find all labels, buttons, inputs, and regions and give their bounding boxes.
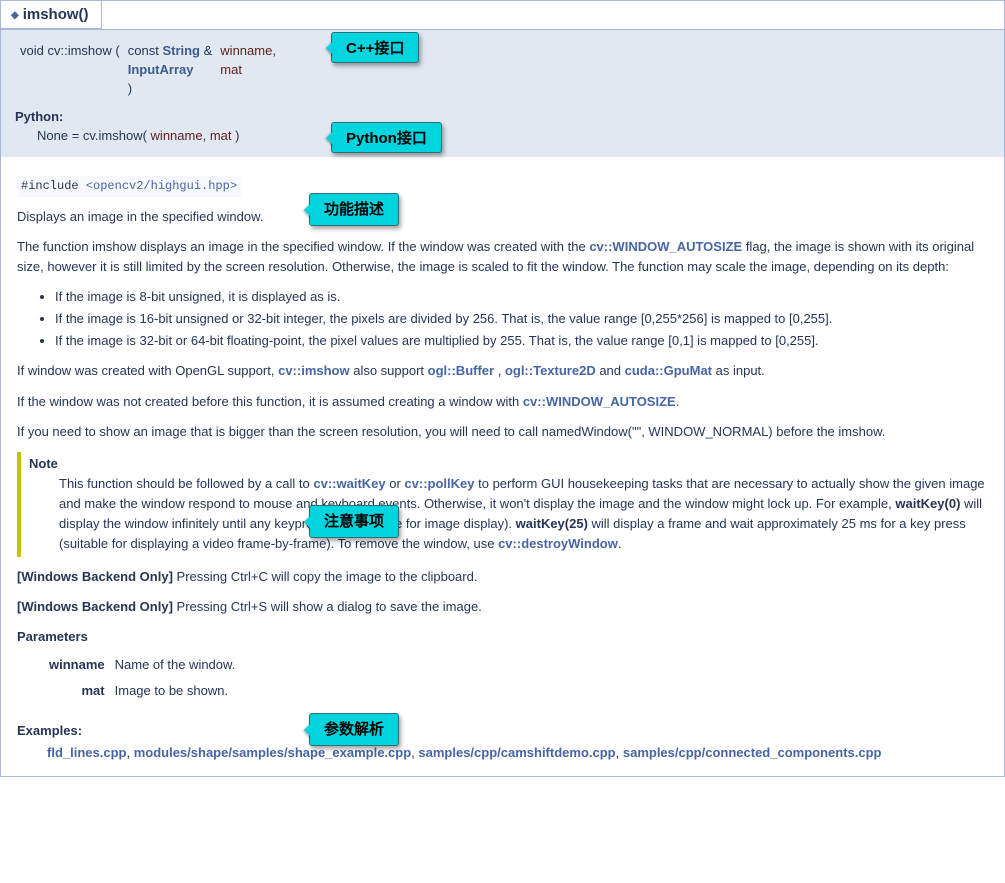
- callout-desc: 功能描述: [309, 193, 399, 226]
- list-item: If the image is 16-bit unsigned or 32-bi…: [55, 309, 988, 329]
- link-window-autosize[interactable]: cv::WINDOW_AUTOSIZE: [589, 239, 742, 254]
- link-cv-imshow[interactable]: cv::imshow: [278, 363, 350, 378]
- function-title-tab: ◆ imshow(): [1, 1, 102, 29]
- callout-note: 注意事项: [309, 505, 399, 538]
- function-name: imshow(): [23, 6, 89, 23]
- python-label: Python:: [15, 109, 990, 124]
- callout-python: Python接口: [331, 122, 442, 153]
- examples-list: fld_lines.cpp, modules/shape/samples/sha…: [47, 743, 988, 763]
- cpp-signature: void cv::imshow ( const String & winname…: [15, 40, 281, 99]
- signature-block: C++接口 Python接口 void cv::imshow ( const S…: [1, 30, 1004, 157]
- link-waitkey[interactable]: cv::waitKey: [313, 476, 385, 491]
- callout-cpp: C++接口: [331, 32, 419, 63]
- python-signature: None = cv.imshow( winname, mat ): [37, 128, 990, 143]
- note-block: Note This function should be followed by…: [17, 452, 988, 557]
- link-example[interactable]: samples/cpp/camshiftdemo.cpp: [418, 745, 615, 760]
- detailed-para-1: The function imshow displays an image in…: [17, 237, 988, 277]
- function-header: ◆ imshow(): [1, 1, 1004, 30]
- bigger-para: If you need to show an image that is big…: [17, 422, 988, 442]
- list-item: If the image is 8-bit unsigned, it is di…: [55, 287, 988, 307]
- examples-title: Examples:: [17, 721, 988, 741]
- windows-note-1: [Windows Backend Only] Pressing Ctrl+C w…: [17, 567, 988, 587]
- link-example[interactable]: samples/cpp/connected_components.cpp: [623, 745, 882, 760]
- link-inputarray-type[interactable]: InputArray: [128, 62, 194, 77]
- depth-bullets: If the image is 8-bit unsigned, it is di…: [55, 287, 988, 351]
- link-pollkey[interactable]: cv::pollKey: [404, 476, 474, 491]
- parameters-title: Parameters: [17, 627, 988, 647]
- note-body: This function should be followed by a ca…: [59, 474, 988, 555]
- brief-description: Displays an image in the specified windo…: [17, 207, 988, 227]
- table-row: mat Image to be shown.: [49, 679, 243, 703]
- windows-note-2: [Windows Backend Only] Pressing Ctrl+S w…: [17, 597, 988, 617]
- link-window-autosize-2[interactable]: cv::WINDOW_AUTOSIZE: [523, 394, 676, 409]
- table-row: winname Name of the window.: [49, 653, 243, 677]
- callout-params: 参数解析: [309, 713, 399, 746]
- include-directive: #include <opencv2/highgui.hpp>: [17, 176, 241, 197]
- link-cuda-gpumat[interactable]: cuda::GpuMat: [625, 363, 712, 378]
- link-example[interactable]: modules/shape/samples/shape_example.cpp: [134, 745, 411, 760]
- link-example[interactable]: fld_lines.cpp: [47, 745, 126, 760]
- link-string-type[interactable]: String: [162, 43, 200, 58]
- parameters-table: winname Name of the window. mat Image to…: [47, 651, 245, 705]
- opengl-para: If window was created with OpenGL suppor…: [17, 361, 988, 381]
- note-title: Note: [29, 454, 988, 474]
- link-ogl-texture2d[interactable]: ogl::Texture2D: [505, 363, 596, 378]
- link-ogl-buffer[interactable]: ogl::Buffer: [428, 363, 494, 378]
- diamond-icon: ◆: [11, 10, 19, 21]
- link-destroywindow[interactable]: cv::destroyWindow: [498, 536, 618, 551]
- description-body: 功能描述 注意事项 参数解析 #include <opencv2/highgui…: [1, 157, 1004, 776]
- list-item: If the image is 32-bit or 64-bit floatin…: [55, 331, 988, 351]
- notcreated-para: If the window was not created before thi…: [17, 392, 988, 412]
